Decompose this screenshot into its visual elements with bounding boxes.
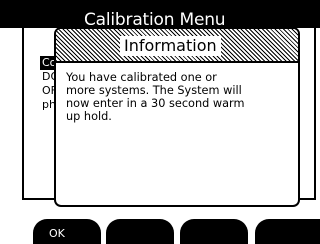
dialog-message: You have calibrated one or more systems.…	[66, 71, 290, 123]
softkey-2[interactable]	[106, 219, 174, 244]
softkey-3[interactable]	[180, 219, 248, 244]
ok-softkey[interactable]: OK	[33, 219, 101, 244]
dialog-message-line: up hold.	[66, 110, 112, 123]
dialog-message-line: more systems. The System will	[66, 84, 242, 97]
dialog-message-line: now enter in a 30 second warm	[66, 97, 245, 110]
dialog-header: Information	[56, 29, 298, 63]
dialog-message-line: You have calibrated one or	[66, 71, 217, 84]
information-dialog: Information You have calibrated one or m…	[54, 27, 300, 207]
ok-softkey-label: OK	[49, 227, 65, 240]
dialog-title: Information	[120, 36, 221, 56]
softkey-4[interactable]	[255, 219, 320, 244]
title-bar: Calibration Menu	[0, 0, 320, 30]
device-screen: Calibration Menu Co DO OF ph Information…	[0, 0, 320, 244]
